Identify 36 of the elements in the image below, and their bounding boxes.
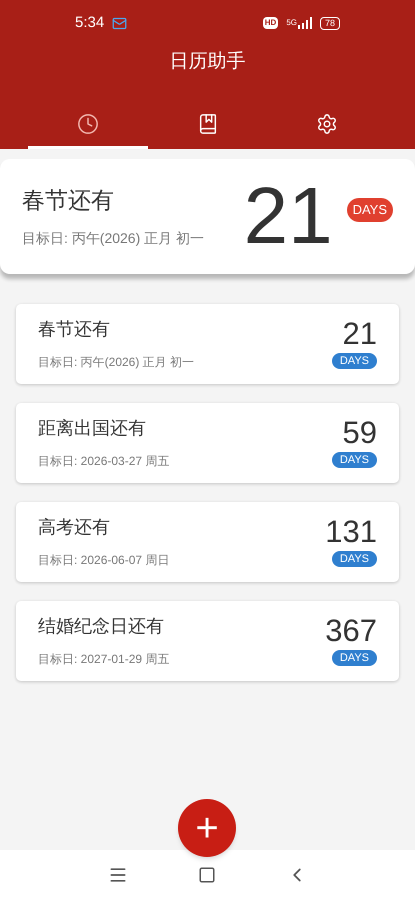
- home-icon[interactable]: [198, 866, 216, 884]
- days-count: 367: [325, 614, 377, 646]
- target-date: 目标日: 2026-03-27 周五: [38, 453, 170, 470]
- network-label: 5G: [286, 17, 297, 29]
- signal-icon: [298, 17, 312, 29]
- target-date: 目标日: 2026-06-07 周日: [38, 552, 170, 569]
- days-badge: DAYS: [346, 198, 393, 222]
- event-title: 春节还有: [38, 318, 111, 341]
- mail-icon: [112, 16, 128, 30]
- target-date: 目标日: 丙午(2026) 正月 初一: [38, 354, 196, 371]
- clock-icon: [76, 112, 99, 134]
- event-title: 距离出国还有: [38, 417, 147, 440]
- event-card[interactable]: 春节还有 目标日: 丙午(2026) 正月 初一 21 DAYS: [16, 304, 399, 384]
- target-date: 目标日: 丙午(2026) 正月 初一: [22, 228, 206, 248]
- days-badge: DAYS: [332, 650, 377, 666]
- days-badge: DAYS: [332, 352, 377, 370]
- event-card[interactable]: 距离出国还有 目标日: 2026-03-27 周五 59 DAYS: [16, 402, 399, 482]
- event-card[interactable]: 结婚纪念日还有 目标日: 2027-01-29 周五 367 DAYS: [16, 600, 399, 680]
- target-date: 目标日: 2027-01-29 周五: [38, 651, 170, 668]
- days-count: 131: [325, 516, 377, 547]
- days-count: 21: [342, 318, 377, 349]
- days-count: 21: [244, 176, 333, 256]
- event-title: 春节还有: [22, 186, 115, 216]
- days-count: 59: [342, 416, 377, 448]
- days-badge: DAYS: [332, 452, 377, 468]
- battery-level: 78: [320, 16, 340, 30]
- event-card[interactable]: 高考还有 目标日: 2026-06-07 周日 131 DAYS: [16, 502, 399, 582]
- hd-badge: HD: [262, 17, 278, 29]
- app-title: 日历助手: [170, 50, 246, 74]
- days-badge: DAYS: [332, 550, 377, 568]
- settings-icon: [316, 112, 338, 134]
- featured-card[interactable]: 春节还有 目标日: 丙午(2026) 正月 初一 21 DAYS: [0, 158, 415, 274]
- status-time: 5:34: [75, 12, 104, 33]
- add-button[interactable]: +: [178, 799, 236, 857]
- event-title: 结婚纪念日还有: [38, 615, 165, 638]
- event-title: 高考还有: [38, 516, 111, 539]
